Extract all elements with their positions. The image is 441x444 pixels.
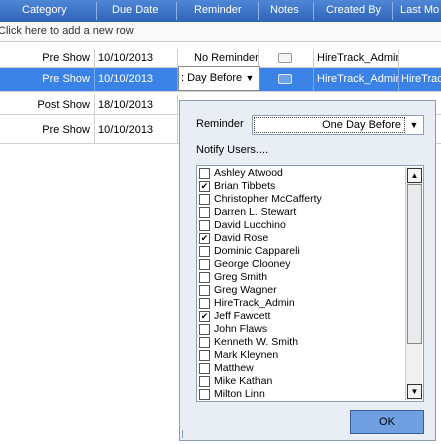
reminder-label: Reminder [196,118,244,130]
user-checkbox[interactable] [199,389,210,400]
user-list-item[interactable]: John Flaws [199,323,404,336]
column-header-last-modified[interactable]: Last Mo [400,4,439,16]
reminder-popup: Reminder One Day Before ▼ Notify Users..… [179,100,436,441]
user-checkbox[interactable] [199,220,210,231]
column-header-created-by[interactable]: Created By [326,4,381,16]
user-checkbox[interactable] [199,285,210,296]
user-list-item[interactable]: HireTrack_Admin [199,297,404,310]
user-name: HireTrack_Admin [214,297,295,309]
user-checkbox[interactable] [199,168,210,179]
user-checkbox[interactable] [199,376,210,387]
column-header-due-date[interactable]: Due Date [112,4,158,16]
notify-users-label: Notify Users.... [196,144,269,156]
reminder-combo-editor[interactable]: : Day Before ▼ [178,66,260,91]
reminder-combo-value: : Day Before [181,72,243,84]
chevron-down-icon[interactable]: ▼ [407,118,421,132]
user-list-item[interactable]: David Lucchino [199,219,404,232]
user-name: Matthew [214,362,254,374]
cell-created-by: HireTrack_Admin [317,73,399,85]
user-checkbox[interactable] [199,194,210,205]
user-list-item[interactable]: Milton Linn [199,388,404,401]
user-list-item[interactable]: Greg Smith [199,271,404,284]
user-name: Dominic Cappareli [214,245,300,257]
cell-category: Post Show [37,99,90,111]
cell-due-date: 10/10/2013 [98,52,154,64]
resize-grip-icon[interactable] [182,430,190,438]
scroll-down-icon[interactable]: ▼ [407,384,422,399]
reminder-select[interactable]: One Day Before ▼ [252,115,424,135]
notes-icon[interactable] [278,53,292,63]
cell-created-by: HireTrack_Admin [317,52,399,64]
cell-due-date: 10/10/2013 [98,124,154,136]
add-new-row[interactable]: Click here to add a new row [0,22,441,42]
user-name: Kenneth W. Smith [214,336,299,348]
user-list-item[interactable]: Dominic Cappareli [199,245,404,258]
column-header-category[interactable]: Category [22,4,67,16]
reminder-select-value: One Day Before [322,119,401,131]
user-name: Brian Tibbets [214,180,276,192]
user-name: David Lucchino [214,219,286,231]
add-row-label: Click here to add a new row [0,25,134,37]
cell-reminder: No Reminder [194,52,259,64]
user-name: Ashley Atwood [214,167,283,179]
user-list-item[interactable]: Greg Wagner [199,284,404,297]
user-list-item[interactable]: Darren L. Stewart [199,206,404,219]
dropdown-arrow-icon[interactable]: ▼ [243,70,257,87]
user-name: Christopher McCafferty [214,193,322,205]
user-list-item[interactable]: Kenneth W. Smith [199,336,404,349]
cell-due-date: 18/10/2013 [98,99,154,111]
scroll-thumb[interactable] [407,184,422,344]
user-list-item[interactable]: ✔ David Rose [199,232,404,245]
cell-category: Pre Show [42,124,90,136]
user-checkbox[interactable]: ✔ [199,233,210,244]
cell-category: Pre Show [42,73,90,85]
user-name: Greg Smith [214,271,268,283]
vertical-scrollbar[interactable]: ▲ ▼ [405,167,422,400]
user-name: Mike Kathan [214,375,273,387]
user-name: David Rose [214,232,269,244]
notes-icon[interactable] [278,74,292,84]
user-checkbox[interactable] [199,363,210,374]
user-list-item[interactable]: Christopher McCafferty [199,193,404,206]
user-name: Milton Linn [214,388,265,400]
user-checkbox[interactable] [199,337,210,348]
user-checkbox[interactable] [199,246,210,257]
ok-button[interactable]: OK [350,410,424,434]
user-list-item[interactable]: George Clooney [199,258,404,271]
user-name: Mark Kleynen [214,349,279,361]
user-name: Darren L. Stewart [214,206,297,218]
user-checkbox[interactable] [199,298,210,309]
user-checkbox[interactable] [199,259,210,270]
column-header-reminder[interactable]: Reminder [194,4,242,16]
user-checkbox[interactable] [199,350,210,361]
user-checkbox[interactable] [199,207,210,218]
user-checkbox[interactable] [199,272,210,283]
user-checkbox[interactable]: ✔ [199,311,210,322]
user-checkbox[interactable]: ✔ [199,181,210,192]
cell-due-date: 10/10/2013 [98,73,154,85]
notify-users-list[interactable]: Ashley Atwood ✔ Brian Tibbets Christopher M… [196,165,424,402]
column-header-notes[interactable]: Notes [270,4,299,16]
user-name: Greg Wagner [214,284,277,296]
user-list-item[interactable]: Ashley Atwood [199,167,404,180]
grid-header: Category Due Date Reminder Notes Created… [0,0,441,22]
user-list-item[interactable]: Mark Kleynen [199,349,404,362]
user-list-item[interactable]: ✔ Jeff Fawcett [199,310,404,323]
scroll-up-icon[interactable]: ▲ [407,168,422,183]
cell-category: Pre Show [42,52,90,64]
user-list-item[interactable]: Matthew [199,362,404,375]
user-name: Jeff Fawcett [214,310,271,322]
user-list-item[interactable]: ✔ Brian Tibbets [199,180,404,193]
user-checkbox[interactable] [199,324,210,335]
user-name: John Flaws [214,323,268,335]
user-list-item[interactable]: Mike Kathan [199,375,404,388]
user-name: George Clooney [214,258,291,270]
cell-last-modified: HireTrac [401,73,441,85]
